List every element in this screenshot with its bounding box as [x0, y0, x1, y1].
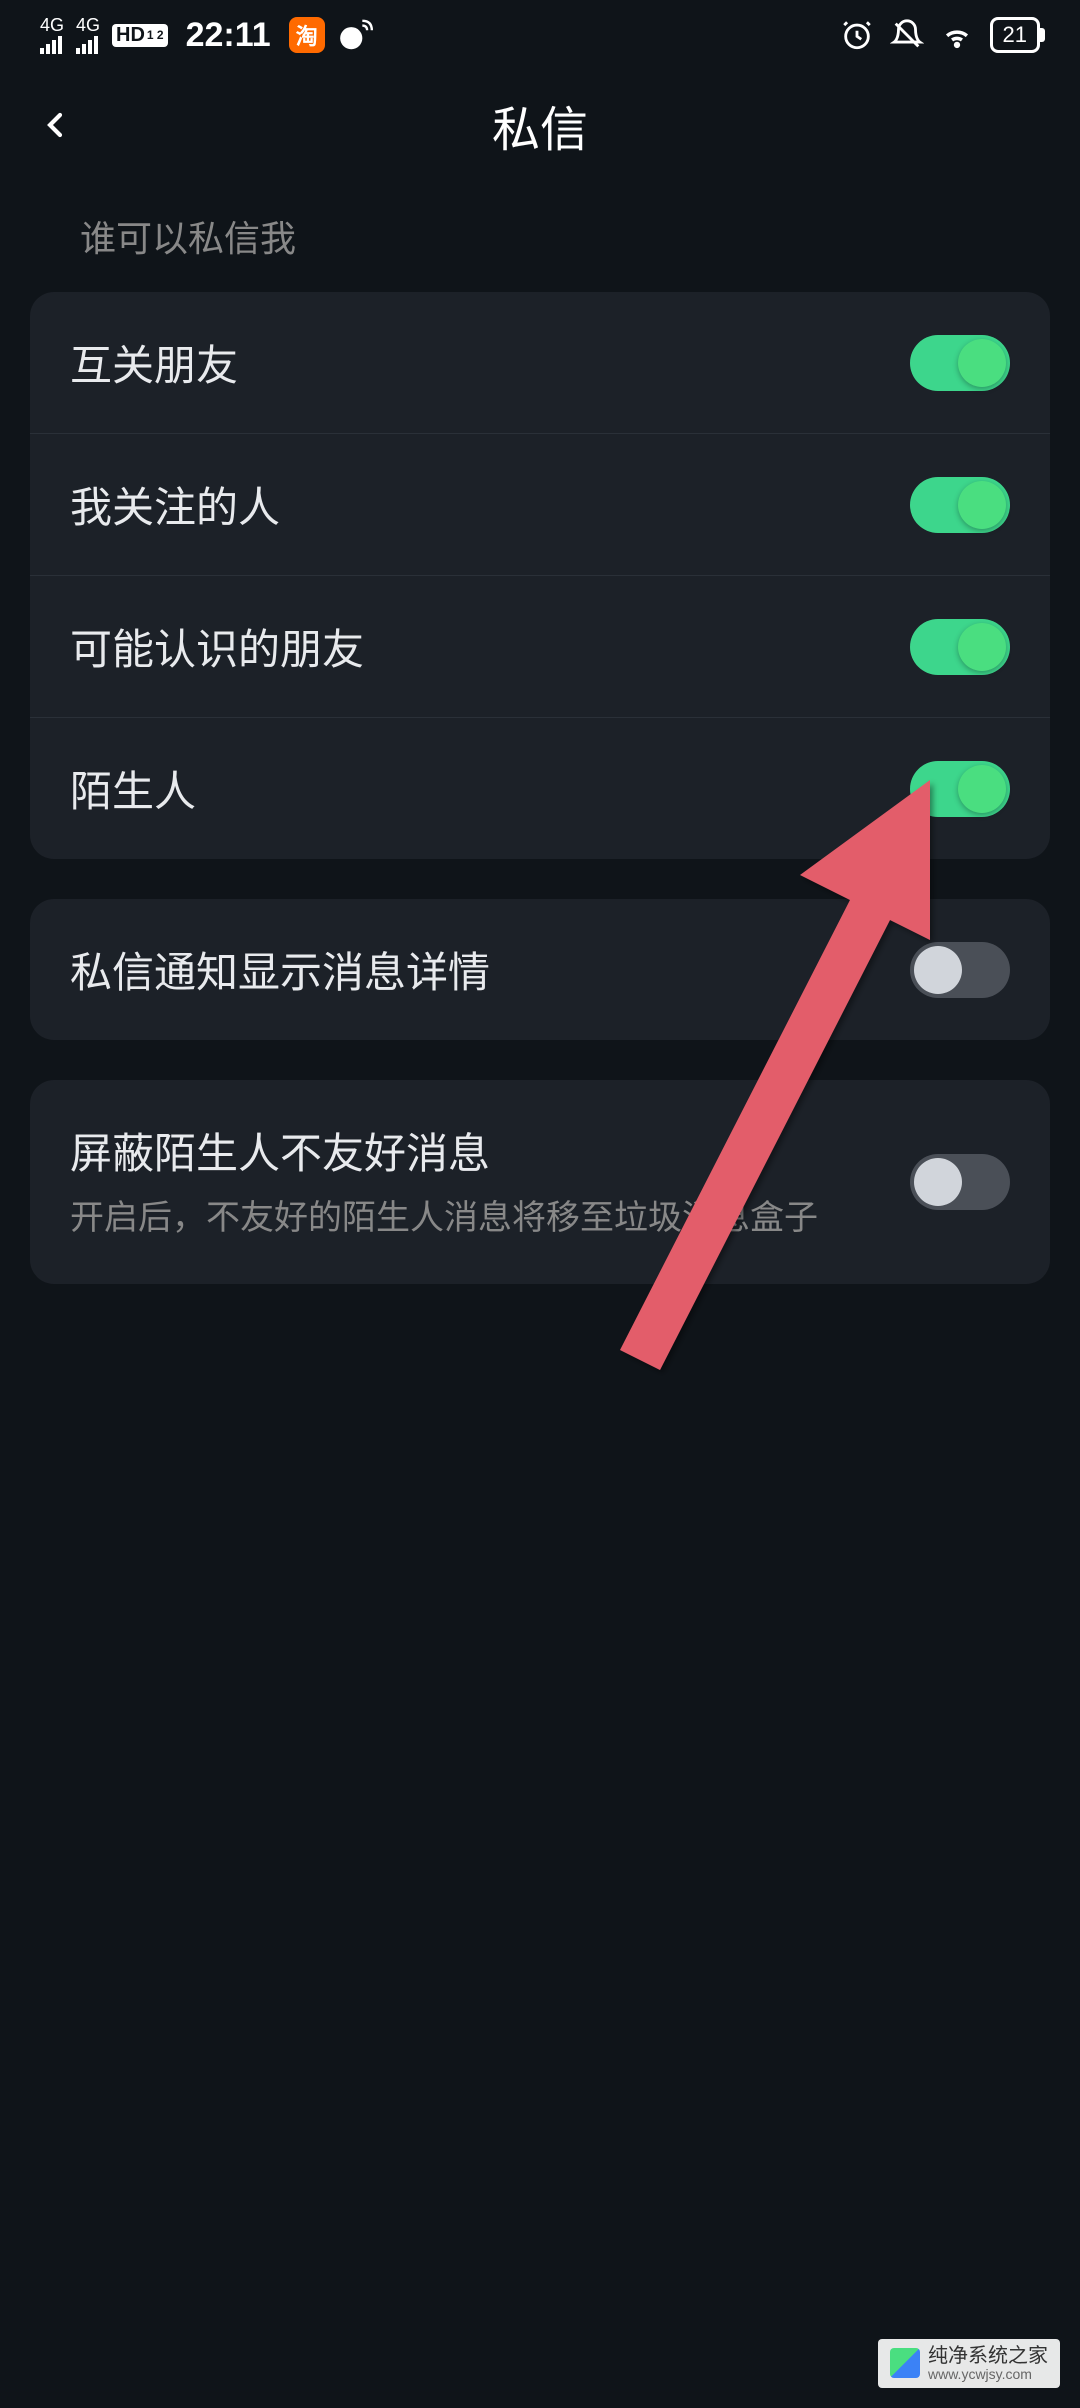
alarm-icon	[840, 18, 874, 52]
signal-1: 4G	[40, 16, 64, 54]
row-label: 陌生人	[70, 758, 910, 819]
watermark: 纯净系统之家 www.ycwjsy.com	[878, 2339, 1060, 2388]
status-bar-left: 4G 4G HD 1 2 22:11 淘	[40, 16, 375, 55]
watermark-url: www.ycwjsy.com	[928, 2367, 1048, 2382]
notification-muted-icon	[890, 18, 924, 52]
chevron-left-icon	[35, 105, 75, 145]
signal-bars-icon	[40, 36, 62, 54]
settings-group-who-can-message: 互关朋友 我关注的人 可能认识的朋友 陌生人	[30, 292, 1050, 859]
row-content: 互关朋友	[70, 332, 910, 393]
nav-header: 私信	[0, 70, 1080, 180]
battery-indicator: 21	[990, 17, 1040, 53]
settings-group-notification: 私信通知显示消息详情	[30, 899, 1050, 1040]
row-content: 可能认识的朋友	[70, 616, 910, 677]
toggle-show-details[interactable]	[910, 942, 1010, 998]
toggle-may-know[interactable]	[910, 619, 1010, 675]
row-content: 私信通知显示消息详情	[70, 939, 910, 1000]
row-label: 可能认识的朋友	[70, 616, 910, 677]
taobao-icon: 淘	[289, 17, 325, 53]
toggle-mutual-friends[interactable]	[910, 335, 1010, 391]
sim-label: 1 2	[147, 28, 164, 42]
watermark-title: 纯净系统之家	[928, 2345, 1048, 2367]
toggle-knob	[958, 481, 1006, 529]
toggle-knob	[958, 623, 1006, 671]
row-label: 我关注的人	[70, 474, 910, 535]
hd-badge: HD 1 2	[112, 24, 168, 47]
back-button[interactable]	[30, 100, 80, 150]
status-time: 22:11	[186, 16, 271, 55]
settings-row-strangers[interactable]: 陌生人	[30, 718, 1050, 859]
toggle-knob	[914, 1158, 962, 1206]
status-bar: 4G 4G HD 1 2 22:11 淘	[0, 0, 1080, 70]
section-header-who-can-message: 谁可以私信我	[0, 180, 1080, 292]
toggle-following[interactable]	[910, 477, 1010, 533]
settings-row-block-unfriendly[interactable]: 屏蔽陌生人不友好消息 开启后，不友好的陌生人消息将移至垃圾消息盒子	[30, 1080, 1050, 1284]
toggle-knob	[958, 765, 1006, 813]
battery-level: 21	[1003, 22, 1027, 47]
watermark-text: 纯净系统之家 www.ycwjsy.com	[928, 2345, 1048, 2382]
row-content: 陌生人	[70, 758, 910, 819]
status-bar-right: 21	[840, 17, 1040, 53]
toggle-block-unfriendly[interactable]	[910, 1154, 1010, 1210]
hd-label: HD	[116, 24, 145, 47]
toggle-strangers[interactable]	[910, 761, 1010, 817]
settings-row-may-know[interactable]: 可能认识的朋友	[30, 576, 1050, 718]
row-content: 我关注的人	[70, 474, 910, 535]
row-subtitle: 开启后，不友好的陌生人消息将移至垃圾消息盒子	[70, 1193, 910, 1244]
signal-2-label: 4G	[76, 16, 100, 34]
toggle-knob	[958, 339, 1006, 387]
settings-row-following[interactable]: 我关注的人	[30, 434, 1050, 576]
signal-bars-icon	[76, 36, 98, 54]
watermark-logo-icon	[890, 2348, 920, 2378]
row-label: 互关朋友	[70, 332, 910, 393]
settings-row-mutual-friends[interactable]: 互关朋友	[30, 292, 1050, 434]
toggle-knob	[914, 946, 962, 994]
settings-row-show-details[interactable]: 私信通知显示消息详情	[30, 899, 1050, 1040]
wifi-icon	[940, 18, 974, 52]
signal-1-label: 4G	[40, 16, 64, 34]
signal-2: 4G	[76, 16, 100, 54]
page-title: 私信	[492, 90, 588, 160]
row-label: 屏蔽陌生人不友好消息	[70, 1120, 910, 1181]
row-label: 私信通知显示消息详情	[70, 939, 910, 1000]
settings-group-block-unfriendly: 屏蔽陌生人不友好消息 开启后，不友好的陌生人消息将移至垃圾消息盒子	[30, 1080, 1050, 1284]
row-content: 屏蔽陌生人不友好消息 开启后，不友好的陌生人消息将移至垃圾消息盒子	[70, 1120, 910, 1244]
weibo-icon	[337, 16, 375, 54]
